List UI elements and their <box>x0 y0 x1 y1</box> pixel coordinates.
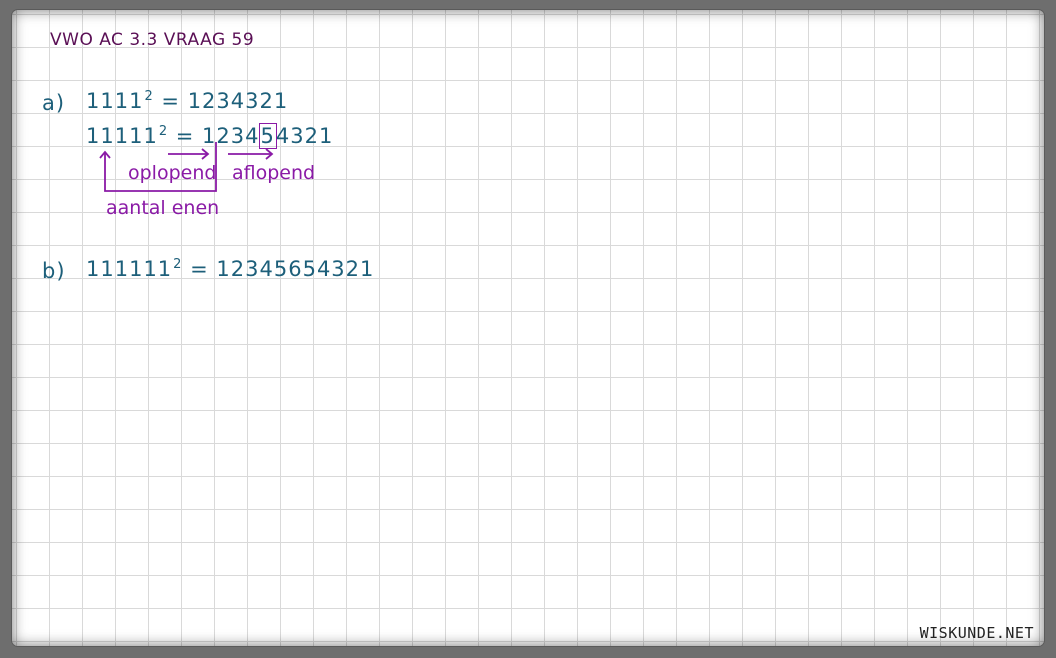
annotation-arrows <box>99 142 274 192</box>
count-bracket-arrow <box>99 142 217 192</box>
part-b-label: b) <box>42 259 66 283</box>
site-watermark: WISKUNDE.NET <box>919 624 1034 642</box>
whiteboard: VWO AC 3.3 VRAAG 59 a) 11112 = 1234321 1… <box>12 10 1044 646</box>
ascending-arrow <box>168 148 210 160</box>
part-b-equation: 1111112 = 12345654321 <box>86 258 374 280</box>
part-b-base: 111111 <box>86 257 173 281</box>
part-b-exponent: 2 <box>173 257 183 272</box>
part-b-result: = 12345654321 <box>190 257 375 281</box>
descending-arrow <box>228 148 274 160</box>
